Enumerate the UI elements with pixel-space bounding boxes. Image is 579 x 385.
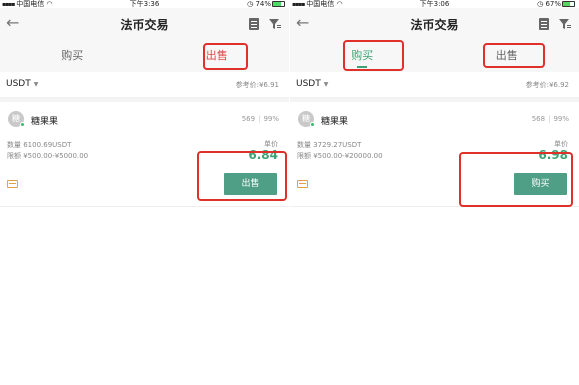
merchant-stats: 569 | 99% <box>242 115 279 123</box>
status-right: ◷ 74% <box>247 0 285 8</box>
alarm-icon: ◷ <box>537 0 544 8</box>
filter-icon[interactable] <box>559 18 571 30</box>
ad-limit: 限额 ¥500.00-¥20000.00 <box>297 152 383 160</box>
sell-button[interactable]: 出售 <box>224 173 277 195</box>
stats-separator: | <box>258 115 261 123</box>
currency-selector[interactable]: USDT ▼ <box>6 79 38 89</box>
status-bar: ▪▪▪▪ 中国电信 ◠ 下午3:36 ◷ 74% <box>0 0 289 8</box>
page-title: 法币交易 <box>120 18 169 32</box>
status-right: ◷ 67% <box>537 0 575 8</box>
ad-card: 糖 糖果果 568 | 99% 数量 3729.27USDT 限额 ¥500.00-… <box>290 102 579 207</box>
status-bar: ▪▪▪▪ 中国电信 ◠ 下午3:06 ◷ 67% <box>290 0 579 8</box>
ad-limit: 限额 ¥500.00-¥5000.00 <box>7 152 89 160</box>
merchant-name[interactable]: 糖果果 <box>31 114 58 127</box>
tab-buy[interactable]: 购买 <box>0 40 145 72</box>
unit-price: 6.84 <box>248 148 278 162</box>
left-screen-sell: ▪▪▪▪ 中国电信 ◠ 下午3:36 ◷ 74% ← 法币交易 购买 出售 USD… <box>0 0 289 215</box>
merchant-stats: 568 | 99% <box>532 115 569 123</box>
completion-rate: 99% <box>553 115 569 123</box>
active-tab-indicator <box>357 66 368 68</box>
currency-label: USDT <box>6 79 31 89</box>
reference-price: 参考价:¥6.92 <box>525 81 569 89</box>
online-dot <box>310 122 315 127</box>
payment-card-icon <box>7 180 18 188</box>
page-title: 法币交易 <box>410 18 459 32</box>
ad-quantity: 数量 6100.69USDT <box>7 141 72 149</box>
alarm-icon: ◷ <box>247 0 254 8</box>
status-time: 下午3:06 <box>419 0 450 8</box>
avatar[interactable]: 糖 <box>298 111 315 127</box>
payment-card-icon <box>297 180 308 188</box>
caret-down-icon: ▼ <box>323 81 329 88</box>
currency-selector[interactable]: USDT ▼ <box>296 79 328 89</box>
merchant-name[interactable]: 糖果果 <box>321 114 348 127</box>
trade-tabs: 购买 出售 <box>290 40 579 72</box>
battery-percent: 67% <box>545 0 561 8</box>
online-dot <box>20 122 25 127</box>
status-time: 下午3:36 <box>129 0 160 8</box>
currency-bar: USDT ▼ 参考价:¥6.92 <box>290 72 579 98</box>
navbar: ← 法币交易 <box>290 8 579 40</box>
tab-buy-label: 购买 <box>351 49 374 62</box>
trade-tabs: 购买 出售 <box>0 40 289 72</box>
completion-rate: 99% <box>263 115 279 123</box>
battery-fill <box>273 2 282 6</box>
currency-label: USDT <box>296 79 321 89</box>
tab-buy[interactable]: 购买 <box>290 40 435 72</box>
ad-quantity: 数量 3729.27USDT <box>297 141 362 149</box>
battery-icon <box>562 1 575 7</box>
battery-percent: 74% <box>255 0 271 8</box>
caret-down-icon: ▼ <box>33 81 39 88</box>
stats-separator: | <box>548 115 551 123</box>
buy-button[interactable]: 购买 <box>514 173 567 195</box>
ad-card: 糖 糖果果 569 | 99% 数量 6100.69USDT 限额 ¥500.00-… <box>0 102 289 207</box>
avatar-char: 糖 <box>12 114 20 123</box>
right-screen-buy: ▪▪▪▪ 中国电信 ◠ 下午3:06 ◷ 67% ← 法币交易 购买 出售 USD… <box>290 0 579 215</box>
filter-icon[interactable] <box>269 18 281 30</box>
tab-sell[interactable]: 出售 <box>145 40 290 72</box>
avatar[interactable]: 糖 <box>8 111 25 127</box>
document-icon[interactable] <box>539 18 549 30</box>
avatar-char: 糖 <box>302 114 310 123</box>
battery-icon <box>272 1 285 7</box>
currency-bar: USDT ▼ 参考价:¥6.91 <box>0 72 289 98</box>
document-icon[interactable] <box>249 18 259 30</box>
order-count: 568 <box>531 115 546 123</box>
tab-sell[interactable]: 出售 <box>435 40 579 72</box>
navbar: ← 法币交易 <box>0 8 289 40</box>
battery-fill <box>563 2 571 6</box>
reference-price: 参考价:¥6.91 <box>235 81 279 89</box>
order-count: 569 <box>241 115 256 123</box>
screenshot-stage: ▪▪▪▪ 中国电信 ◠ 下午3:36 ◷ 74% ← 法币交易 购买 出售 USD… <box>0 0 579 385</box>
unit-price: 6.98 <box>538 148 568 162</box>
